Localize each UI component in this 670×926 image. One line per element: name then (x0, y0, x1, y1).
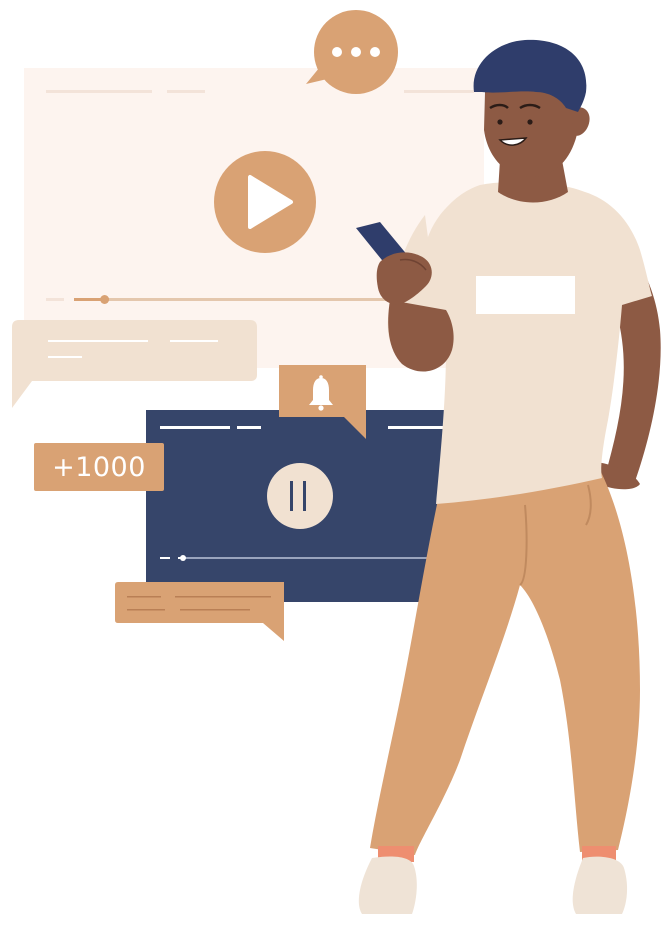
comment-bubble-beige (12, 320, 257, 408)
comment-bubble-orange (115, 582, 284, 641)
dark-player-title-line (160, 426, 230, 429)
dark-player-progress-knob[interactable] (180, 555, 186, 561)
dark-player-time-mark (160, 557, 170, 559)
person-eye-right (527, 119, 533, 125)
shirt-label-patch (476, 276, 575, 314)
reply-line-4 (180, 609, 250, 611)
comment-line-1 (48, 340, 148, 342)
reply-line-2 (175, 596, 271, 598)
pause-button[interactable] (267, 463, 333, 529)
light-player-progress-track[interactable] (74, 298, 414, 301)
dark-player-menu-line (388, 426, 444, 429)
reply-line-1 (127, 596, 161, 598)
person-eye-left (497, 119, 503, 125)
person-left-shoe (358, 856, 417, 914)
dark-player-progress-track[interactable] (178, 557, 428, 559)
play-button[interactable] (214, 151, 316, 253)
comment-line-3 (48, 356, 82, 358)
comment-bubble-beige-shape (12, 320, 257, 408)
person-right-shoe (572, 856, 628, 914)
comment-bubble-orange-shape (115, 582, 284, 641)
light-player-progress-knob[interactable] (100, 295, 110, 304)
illustration-stage: +1000 (0, 0, 670, 921)
comment-line-2 (170, 340, 218, 342)
pause-button-circle (267, 463, 333, 529)
person-ear (572, 107, 590, 136)
light-player-progress-fill (74, 298, 105, 301)
light-player-title-line-short (167, 90, 205, 93)
light-player-time-mark (46, 298, 64, 301)
reply-line-3 (127, 609, 165, 611)
light-player-title-line (46, 90, 152, 93)
dark-video-player (146, 410, 451, 602)
likes-counter-text: +1000 (52, 451, 146, 483)
light-player-menu-line (404, 90, 474, 93)
dark-player-title-line-short (237, 426, 261, 429)
likes-counter-badge: +1000 (34, 443, 164, 491)
ellipsis-icon (332, 47, 380, 57)
